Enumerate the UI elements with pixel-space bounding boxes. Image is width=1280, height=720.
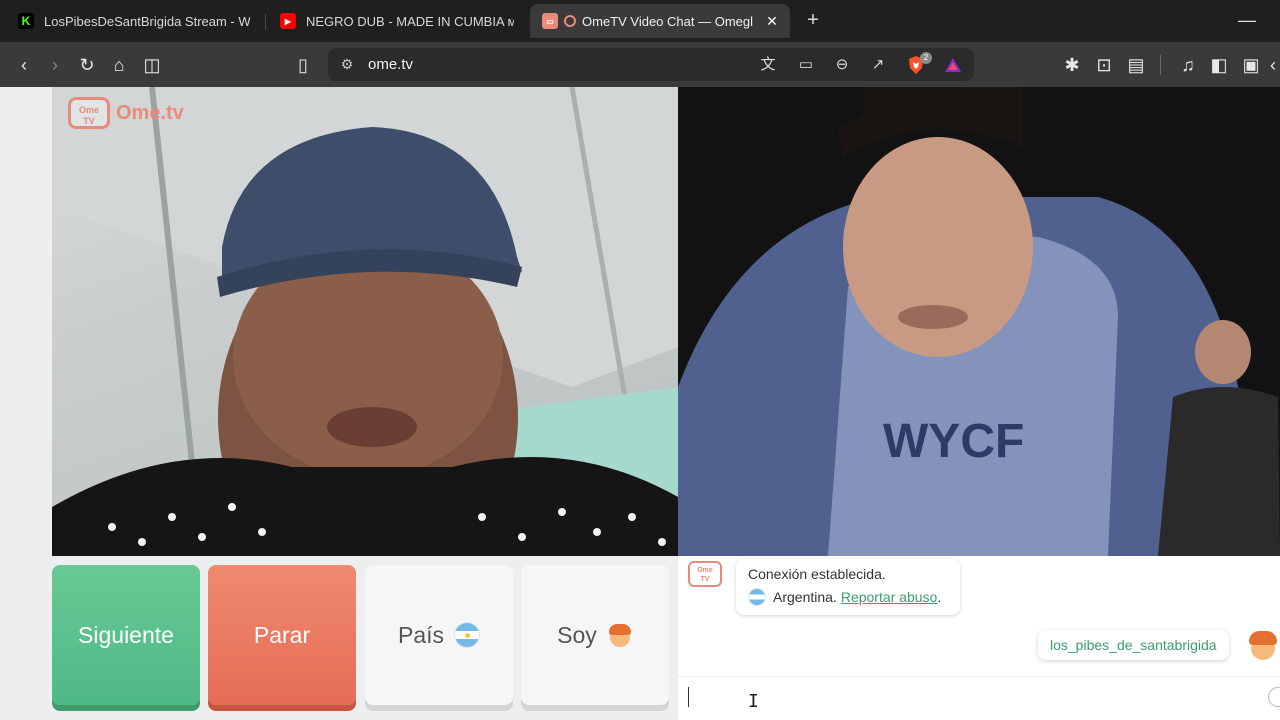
reader-icon[interactable]: ⊡: [1091, 52, 1117, 78]
tab-title: NEGRO DUB - MADE IN CUMBIA ᴍxᴀ: [306, 13, 514, 29]
next-button-label: Siguiente: [78, 621, 174, 648]
ometv-page: Ome TV Ome.tv WYCF Siguiente Parar País …: [0, 87, 1280, 720]
tab-kick[interactable]: K LosPibesDeSantBrigida Stream - Wat: [6, 4, 262, 38]
argentina-flag-icon: [454, 622, 481, 648]
home-icon[interactable]: ⌂: [106, 52, 132, 78]
next-button[interactable]: Siguiente: [52, 565, 200, 705]
toolbar-separator: [1160, 55, 1161, 75]
back-icon[interactable]: ‹: [11, 52, 37, 78]
address-bar[interactable]: ⚙ ome.tv 文 ▭ ⊖ ↗ 2: [328, 48, 974, 81]
tab-youtube[interactable]: ▶ NEGRO DUB - MADE IN CUMBIA ᴍxᴀ: [268, 4, 526, 38]
wallet-icon[interactable]: ▣: [1238, 52, 1264, 78]
emoji-icon[interactable]: [1268, 687, 1280, 707]
text-caret: [688, 687, 689, 707]
recording-icon: [564, 15, 576, 27]
ometv-icon: ▭: [542, 13, 558, 29]
tab-title: LosPibesDeSantBrigida Stream - Wat: [44, 13, 250, 29]
own-message-text: los_pibes_de_santabrigida: [1050, 637, 1217, 653]
tab-separator: [265, 14, 266, 30]
chat-input[interactable]: I: [678, 676, 1280, 720]
ibeam-cursor-icon: I: [748, 691, 759, 712]
minimize-window-button[interactable]: —: [1236, 10, 1258, 32]
extensions-icon[interactable]: ✱: [1059, 52, 1085, 78]
tab-search-icon[interactable]: ▤: [1123, 52, 1149, 78]
ometv-chat-logo-icon: Ome TV: [688, 561, 722, 587]
stranger-country: Argentina.: [773, 589, 837, 605]
system-message: Conexión establecida. Argentina. Reporta…: [736, 559, 960, 615]
own-avatar-icon: [1248, 628, 1278, 660]
overflow-icon[interactable]: ‹: [1266, 52, 1280, 78]
system-message-line: Conexión establecida.: [748, 566, 886, 582]
url-text: ome.tv: [368, 56, 414, 73]
cast-icon[interactable]: ▭: [794, 53, 818, 77]
tab-bar: K LosPibesDeSantBrigida Stream - Wat ▶ N…: [0, 0, 1280, 42]
brave-rewards-icon[interactable]: [944, 56, 962, 74]
remote-video-frame: WYCF: [678, 87, 1280, 556]
tv-icon: Ome TV: [68, 97, 110, 129]
side-panel-icon[interactable]: ◧: [1206, 52, 1232, 78]
reload-icon[interactable]: ↻: [74, 52, 100, 78]
stop-button[interactable]: Parar: [208, 565, 356, 705]
local-video-frame: [52, 87, 678, 556]
browser-toolbar: ‹ › ↻ ⌂ ◫ ▯ ⚙ ome.tv 文 ▭ ⊖ ↗ 2 ✱ ⊡ ▤ ♫ ◧…: [0, 42, 1280, 87]
sidebar-icon[interactable]: ◫: [139, 52, 165, 78]
site-settings-icon[interactable]: ⚙: [336, 53, 358, 75]
country-button[interactable]: País: [365, 565, 513, 705]
gender-button-label: Soy: [557, 621, 597, 648]
boy-avatar-icon: [607, 622, 633, 648]
remote-video: WYCF: [678, 87, 1280, 556]
report-suffix: .: [937, 589, 942, 605]
kick-icon: K: [18, 13, 34, 29]
tab-ometv[interactable]: ▭ OmeTV Video Chat — Omegl ✕: [530, 4, 790, 38]
logo-wordmark: Ome.tv: [116, 101, 184, 124]
ometv-logo: Ome TV Ome.tv: [68, 97, 184, 129]
zoom-icon[interactable]: ⊖: [830, 53, 854, 77]
app-root: K LosPibesDeSantBrigida Stream - Wat ▶ N…: [0, 0, 1280, 720]
bookmark-icon[interactable]: ▯: [290, 52, 316, 78]
translate-icon[interactable]: 文: [756, 53, 780, 77]
forward-icon[interactable]: ›: [42, 52, 68, 78]
stop-button-label: Parar: [253, 621, 311, 648]
own-message-bubble: los_pibes_de_santabrigida: [1038, 630, 1229, 660]
youtube-icon: ▶: [280, 13, 296, 29]
shields-count-badge: 2: [920, 52, 932, 64]
report-abuse-link[interactable]: Reportar abuso: [841, 589, 938, 605]
share-icon[interactable]: ↗: [866, 53, 890, 77]
media-icon[interactable]: ♫: [1175, 52, 1201, 78]
gender-button[interactable]: Soy: [521, 565, 669, 705]
tab-title: OmeTV Video Chat — Omegl: [582, 13, 753, 29]
chat-panel: Ome TV Conexión establecida. Argentina. R…: [678, 556, 1280, 720]
local-video: Ome TV Ome.tv: [52, 87, 678, 556]
svg-text:WYCF: WYCF: [883, 415, 1024, 468]
close-tab-icon[interactable]: ✕: [764, 13, 780, 29]
argentina-flag-icon: [748, 588, 766, 606]
country-button-label: País: [397, 621, 445, 648]
new-tab-button[interactable]: +: [802, 10, 824, 32]
